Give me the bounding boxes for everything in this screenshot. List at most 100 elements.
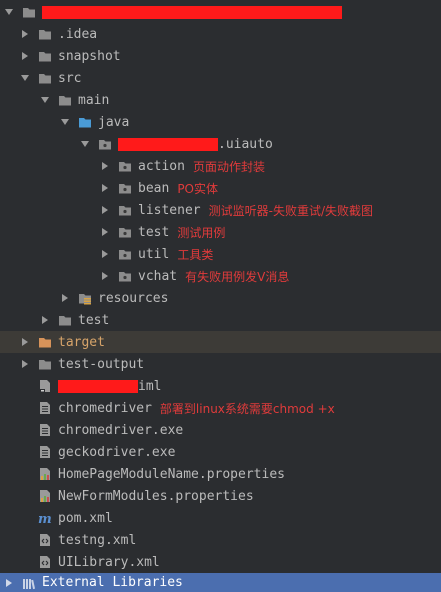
tree-label: bean bbox=[138, 180, 170, 196]
tree-label: vchat bbox=[138, 268, 178, 284]
tree-label: .uiauto bbox=[218, 136, 273, 152]
chevron-right-icon[interactable] bbox=[4, 578, 14, 588]
tree-row-test[interactable]: test bbox=[0, 309, 441, 331]
tree-label: test bbox=[138, 224, 170, 240]
text-file-icon bbox=[38, 445, 52, 459]
tree-row-snapshot[interactable]: snapshot bbox=[0, 45, 441, 67]
tree-row-newform-properties[interactable]: NewFormModules.properties bbox=[0, 485, 441, 507]
libraries-icon bbox=[22, 576, 36, 590]
chevron-down-icon[interactable] bbox=[80, 139, 90, 149]
excluded-folder-icon bbox=[38, 335, 52, 349]
tree-label: UILibrary.xml bbox=[58, 554, 160, 570]
tree-row-package-uiauto[interactable]: .uiauto bbox=[0, 133, 441, 155]
folder-icon bbox=[38, 71, 52, 85]
tree-label: resources bbox=[98, 290, 169, 306]
chevron-right-icon[interactable] bbox=[100, 183, 110, 193]
tree-row-action[interactable]: action 页面动作封装 bbox=[0, 155, 441, 177]
folder-icon bbox=[38, 357, 52, 371]
tree-row-chromedriver-exe[interactable]: chromedriver.exe bbox=[0, 419, 441, 441]
package-icon bbox=[118, 247, 132, 261]
annotation-note: 工具类 bbox=[177, 247, 214, 262]
tree-row-vchat[interactable]: vchat 有失败用例发V消息 bbox=[0, 265, 441, 287]
tree-row-external-libraries[interactable]: External Libraries bbox=[0, 573, 441, 592]
chevron-right-icon[interactable] bbox=[100, 205, 110, 215]
chevron-down-icon[interactable] bbox=[4, 7, 14, 17]
folder-icon bbox=[38, 27, 52, 41]
tree-label: chromedriver bbox=[58, 400, 152, 416]
chevron-right-icon[interactable] bbox=[20, 29, 30, 39]
tree-row-geckodriver-exe[interactable]: geckodriver.exe bbox=[0, 441, 441, 463]
tree-label: test bbox=[78, 312, 110, 328]
text-file-icon bbox=[38, 401, 52, 415]
xml-file-icon bbox=[38, 555, 52, 569]
properties-file-icon bbox=[38, 489, 52, 503]
tree-row-java[interactable]: java bbox=[0, 111, 441, 133]
tree-row-target[interactable]: target bbox=[0, 331, 441, 353]
package-icon bbox=[118, 181, 132, 195]
folder-icon bbox=[38, 49, 52, 63]
redacted-iml-name bbox=[58, 379, 138, 393]
chevron-right-icon[interactable] bbox=[20, 337, 30, 347]
project-tree: .idea snapshot src main java .uiauto act… bbox=[0, 0, 441, 592]
redacted-project-name bbox=[42, 5, 342, 19]
chevron-right-icon[interactable] bbox=[100, 271, 110, 281]
tree-row-root[interactable] bbox=[0, 1, 441, 23]
module-folder-icon bbox=[22, 5, 36, 19]
tree-label: listener bbox=[138, 202, 201, 218]
package-icon bbox=[118, 203, 132, 217]
chevron-right-icon[interactable] bbox=[60, 293, 70, 303]
chevron-right-icon[interactable] bbox=[100, 249, 110, 259]
chevron-right-icon[interactable] bbox=[20, 359, 30, 369]
tree-row-main[interactable]: main bbox=[0, 89, 441, 111]
text-file-icon bbox=[38, 423, 52, 437]
tree-row-idea[interactable]: .idea bbox=[0, 23, 441, 45]
tree-label: NewFormModules.properties bbox=[58, 488, 254, 504]
tree-row-testng-xml[interactable]: testng.xml bbox=[0, 529, 441, 551]
folder-icon bbox=[58, 313, 72, 327]
tree-row-test-output[interactable]: test-output bbox=[0, 353, 441, 375]
tree-row-src[interactable]: src bbox=[0, 67, 441, 89]
annotation-note: 页面动作封装 bbox=[192, 159, 265, 174]
package-icon bbox=[118, 269, 132, 283]
package-icon bbox=[118, 159, 132, 173]
tree-label: .idea bbox=[58, 26, 98, 42]
tree-row-listener[interactable]: listener 测试监听器-失败重试/失败截图 bbox=[0, 199, 441, 221]
resources-folder-icon bbox=[78, 291, 92, 305]
tree-label: test-output bbox=[58, 356, 145, 372]
tree-row-chromedriver[interactable]: chromedriver 部署到linux系统需要chmod +x bbox=[0, 397, 441, 419]
tree-row-resources[interactable]: resources bbox=[0, 287, 441, 309]
tree-label: snapshot bbox=[58, 48, 121, 64]
tree-row-iml-file[interactable]: iml bbox=[0, 375, 441, 397]
chevron-down-icon[interactable] bbox=[40, 95, 50, 105]
chevron-right-icon[interactable] bbox=[100, 227, 110, 237]
source-folder-icon bbox=[78, 115, 92, 129]
chevron-right-icon[interactable] bbox=[40, 315, 50, 325]
chevron-right-icon[interactable] bbox=[20, 51, 30, 61]
chevron-right-icon[interactable] bbox=[100, 161, 110, 171]
package-icon bbox=[118, 225, 132, 239]
tree-row-bean[interactable]: bean PO实体 bbox=[0, 177, 441, 199]
tree-label: main bbox=[78, 92, 110, 108]
redacted-package-prefix bbox=[118, 137, 218, 151]
tree-row-homepage-properties[interactable]: HomePageModuleName.properties bbox=[0, 463, 441, 485]
tree-label: target bbox=[58, 334, 105, 350]
tree-row-uilibrary-xml[interactable]: UILibrary.xml bbox=[0, 551, 441, 573]
xml-file-icon bbox=[38, 533, 52, 547]
chevron-down-icon[interactable] bbox=[60, 117, 70, 127]
tree-row-test-package[interactable]: test 测试用例 bbox=[0, 221, 441, 243]
maven-icon: m bbox=[38, 511, 52, 525]
tree-label: util bbox=[138, 246, 170, 262]
tree-label: src bbox=[58, 70, 82, 86]
tree-row-pom-xml[interactable]: m pom.xml bbox=[0, 507, 441, 529]
chevron-down-icon[interactable] bbox=[20, 73, 30, 83]
folder-icon bbox=[58, 93, 72, 107]
tree-row-util[interactable]: util 工具类 bbox=[0, 243, 441, 265]
tree-label: iml bbox=[138, 378, 162, 394]
tree-label: chromedriver.exe bbox=[58, 422, 184, 438]
annotation-note: 测试用例 bbox=[177, 225, 226, 240]
svg-text:m: m bbox=[38, 512, 52, 525]
tree-label: pom.xml bbox=[58, 510, 113, 526]
annotation-note: PO实体 bbox=[177, 181, 218, 196]
properties-file-icon bbox=[38, 467, 52, 481]
tree-label: HomePageModuleName.properties bbox=[58, 466, 285, 482]
